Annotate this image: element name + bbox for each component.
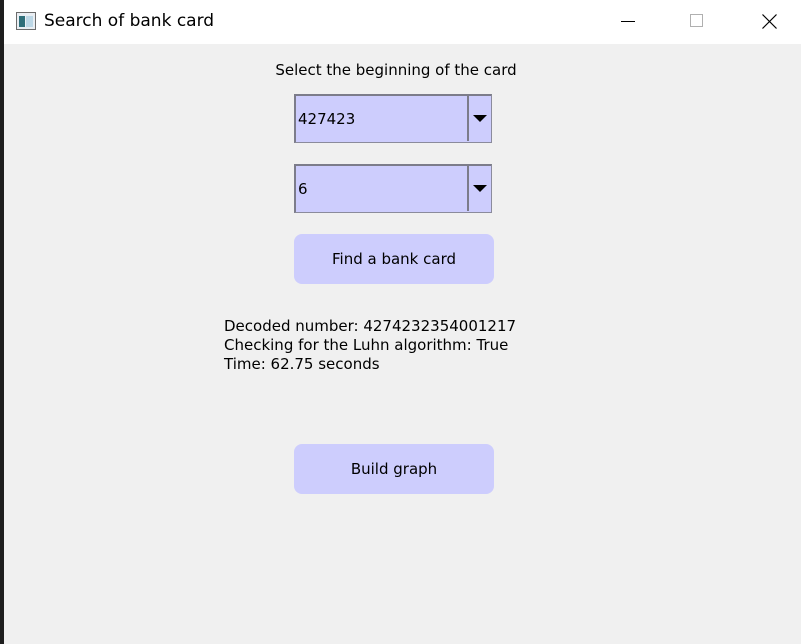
digit-dropdown-button[interactable]: [467, 166, 491, 211]
digit-value: 6: [298, 180, 308, 198]
minimize-icon: [621, 21, 635, 22]
maximize-icon: [690, 14, 703, 27]
card-bin-value: 427423: [298, 110, 356, 128]
result-text: Decoded number: 4274232354001217 Checkin…: [224, 317, 516, 374]
chevron-down-icon: [473, 185, 487, 192]
digit-dropdown[interactable]: 6: [294, 164, 492, 213]
build-graph-button[interactable]: Build graph: [294, 444, 494, 494]
main-content: Select the beginning of the card 427423 …: [4, 44, 801, 644]
window-title: Search of bank card: [44, 11, 215, 31]
select-card-label: Select the beginning of the card: [275, 61, 517, 79]
card-bin-dropdown[interactable]: 427423: [294, 94, 492, 143]
title-bar[interactable]: Search of bank card: [4, 0, 801, 44]
card-bin-dropdown-button[interactable]: [467, 96, 491, 141]
close-button[interactable]: [746, 0, 792, 44]
maximize-button[interactable]: [674, 0, 720, 44]
elapsed-time-text: Time: 62.75 seconds: [224, 355, 380, 373]
find-bank-card-button[interactable]: Find a bank card: [294, 234, 494, 284]
close-icon: [762, 14, 777, 29]
app-icon: [16, 12, 36, 30]
decoded-number-text: Decoded number: 4274232354001217: [224, 317, 517, 335]
luhn-check-text: Checking for the Luhn algorithm: True: [224, 336, 509, 354]
minimize-button[interactable]: [604, 0, 650, 44]
app-window: Search of bank card Select the beginning…: [4, 0, 801, 644]
chevron-down-icon: [473, 115, 487, 122]
